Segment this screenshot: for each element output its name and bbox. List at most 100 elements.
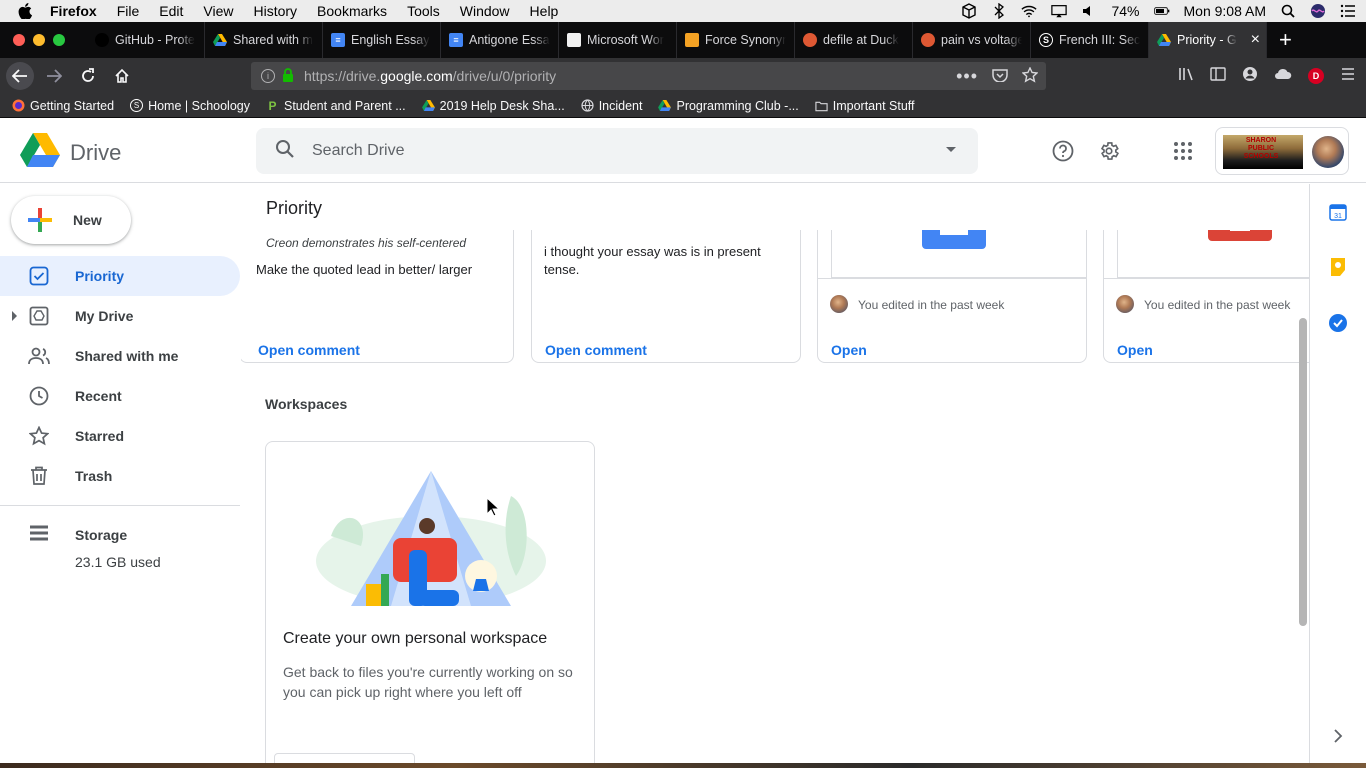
bookmark-label: Important Stuff — [832, 98, 915, 113]
search-bar[interactable]: Search Drive — [256, 128, 978, 174]
sidebar-item-label: Recent — [75, 388, 122, 404]
menu-app-name[interactable]: Firefox — [50, 3, 97, 19]
search-input[interactable]: Search Drive — [312, 142, 404, 160]
wifi-icon[interactable] — [1021, 4, 1038, 18]
sidebar-item-priority[interactable]: Priority — [0, 256, 240, 296]
zoom-window-button[interactable] — [53, 34, 65, 46]
notification-center-icon[interactable] — [1340, 4, 1356, 18]
sidebar-toggle-icon[interactable] — [1210, 66, 1226, 86]
pocket-icon[interactable] — [992, 68, 1008, 85]
sidebar-item-trash[interactable]: Trash — [0, 456, 240, 496]
info-icon[interactable]: i — [261, 69, 275, 83]
menu-edit[interactable]: Edit — [159, 3, 183, 19]
menu-bookmarks[interactable]: Bookmarks — [317, 3, 387, 19]
menu-file[interactable]: File — [117, 3, 140, 19]
extension-cloud-icon[interactable] — [1274, 67, 1292, 86]
file-card[interactable]: You edited in the past week Open — [1103, 230, 1309, 363]
browser-tab[interactable]: ≡ English Essay — [323, 22, 441, 58]
close-window-button[interactable] — [13, 34, 25, 46]
search-icon[interactable] — [275, 139, 295, 164]
new-button[interactable]: New — [11, 196, 131, 244]
extension-d-icon[interactable]: D — [1308, 68, 1324, 84]
page-actions-icon[interactable]: ••• — [956, 66, 978, 87]
comment-card[interactable]: i thought your essay was is in present t… — [531, 230, 801, 363]
sidebar-item-shared-with-me[interactable]: Shared with me — [0, 336, 240, 376]
open-comment-link[interactable]: Open comment — [545, 342, 647, 358]
back-button[interactable] — [6, 62, 34, 90]
browser-tab[interactable]: pain vs voltage — [913, 22, 1031, 58]
apple-icon[interactable] — [18, 2, 36, 20]
bookmark-item[interactable]: Getting Started — [12, 99, 114, 113]
new-tab-button[interactable]: + — [1279, 27, 1292, 53]
bookmark-item[interactable]: S Home | Schoology — [130, 99, 250, 113]
account-icon[interactable] — [1242, 66, 1258, 87]
sidebar-item-label: Trash — [75, 468, 113, 484]
open-file-link[interactable]: Open — [1117, 342, 1153, 358]
url-path: /drive/u/0/priority — [452, 68, 557, 84]
open-file-link[interactable]: Open — [831, 342, 867, 358]
url-scheme: https://drive. — [304, 68, 381, 84]
keep-icon[interactable] — [1328, 257, 1348, 277]
browser-tab[interactable]: GitHub - Prote — [87, 22, 205, 58]
mouse-cursor-icon — [486, 496, 501, 517]
drive-icon — [658, 99, 672, 112]
bookmark-star-icon[interactable] — [1021, 65, 1039, 86]
drive-logo[interactable]: Drive — [20, 133, 121, 172]
settings-gear-icon[interactable] — [1097, 139, 1121, 163]
menu-window[interactable]: Window — [460, 3, 510, 19]
svg-text:31: 31 — [1334, 213, 1342, 220]
main-scrollbar[interactable] — [1299, 318, 1307, 626]
minimize-window-button[interactable] — [33, 34, 45, 46]
browser-tab[interactable]: Force Synonym — [677, 22, 795, 58]
search-options-dropdown-icon[interactable] — [946, 147, 956, 152]
url-bar[interactable]: i https://drive. google.com/drive/u/0/pri… — [251, 62, 1046, 90]
storage-label[interactable]: Storage — [75, 527, 127, 543]
box-icon[interactable] — [961, 3, 977, 19]
reload-button[interactable] — [74, 62, 102, 90]
globe-icon — [581, 99, 594, 112]
bookmark-item[interactable]: Incident — [581, 99, 642, 113]
avatar[interactable] — [1312, 136, 1344, 168]
bookmark-folder[interactable]: Important Stuff — [815, 99, 915, 113]
hamburger-menu-icon[interactable] — [1340, 67, 1356, 86]
google-apps-icon[interactable] — [1171, 139, 1195, 163]
volume-icon[interactable] — [1081, 4, 1097, 18]
bookmark-item[interactable]: P Student and Parent ... — [266, 99, 405, 113]
menu-help[interactable]: Help — [530, 3, 559, 19]
file-card[interactable]: You edited in the past week Open — [817, 230, 1087, 363]
menu-history[interactable]: History — [253, 3, 297, 19]
account-switcher[interactable]: SHARON PUBLIC SCHOOLS — [1215, 127, 1349, 175]
bluetooth-icon[interactable] — [991, 3, 1007, 19]
menu-tools[interactable]: Tools — [407, 3, 440, 19]
spotlight-search-icon[interactable] — [1280, 4, 1296, 18]
comment-card[interactable]: Creon demonstrates his self-centered Mak… — [241, 230, 514, 363]
browser-tab[interactable]: Microsoft Wor — [559, 22, 677, 58]
battery-icon[interactable] — [1153, 4, 1170, 18]
close-tab-icon[interactable]: × — [1251, 31, 1260, 49]
menu-view[interactable]: View — [203, 3, 233, 19]
browser-tab[interactable]: S French III: Sec — [1031, 22, 1149, 58]
help-icon[interactable] — [1051, 139, 1075, 163]
library-icon[interactable] — [1178, 67, 1194, 86]
open-comment-link[interactable]: Open comment — [258, 342, 360, 358]
workspace-card[interactable]: Create your own personal workspace Get b… — [265, 441, 595, 768]
sidebar-item-recent[interactable]: Recent — [0, 376, 240, 416]
bookmark-item[interactable]: Programming Club -... — [658, 99, 799, 113]
browser-tab[interactable]: ≡ Antigone Essa — [441, 22, 559, 58]
siri-icon[interactable] — [1310, 4, 1326, 18]
sidebar-item-my-drive[interactable]: My Drive — [0, 296, 240, 336]
expand-panel-chevron-icon[interactable] — [1328, 726, 1348, 746]
tasks-icon[interactable] — [1328, 313, 1348, 333]
calendar-icon[interactable]: 31 — [1328, 202, 1348, 222]
home-button[interactable] — [108, 62, 136, 90]
browser-tab-active[interactable]: Priority - G × — [1149, 22, 1267, 58]
sidebar-item-label: Priority — [75, 268, 125, 284]
airplay-icon[interactable] — [1051, 4, 1068, 18]
browser-tab[interactable]: Shared with m — [205, 22, 323, 58]
expand-caret-icon[interactable] — [12, 311, 17, 321]
browser-tab[interactable]: defile at Duck — [795, 22, 913, 58]
menubar-clock[interactable]: Mon 9:08 AM — [1184, 3, 1267, 19]
forward-button[interactable] — [40, 62, 68, 90]
bookmark-item[interactable]: 2019 Help Desk Sha... — [421, 99, 565, 113]
sidebar-item-starred[interactable]: Starred — [0, 416, 240, 456]
